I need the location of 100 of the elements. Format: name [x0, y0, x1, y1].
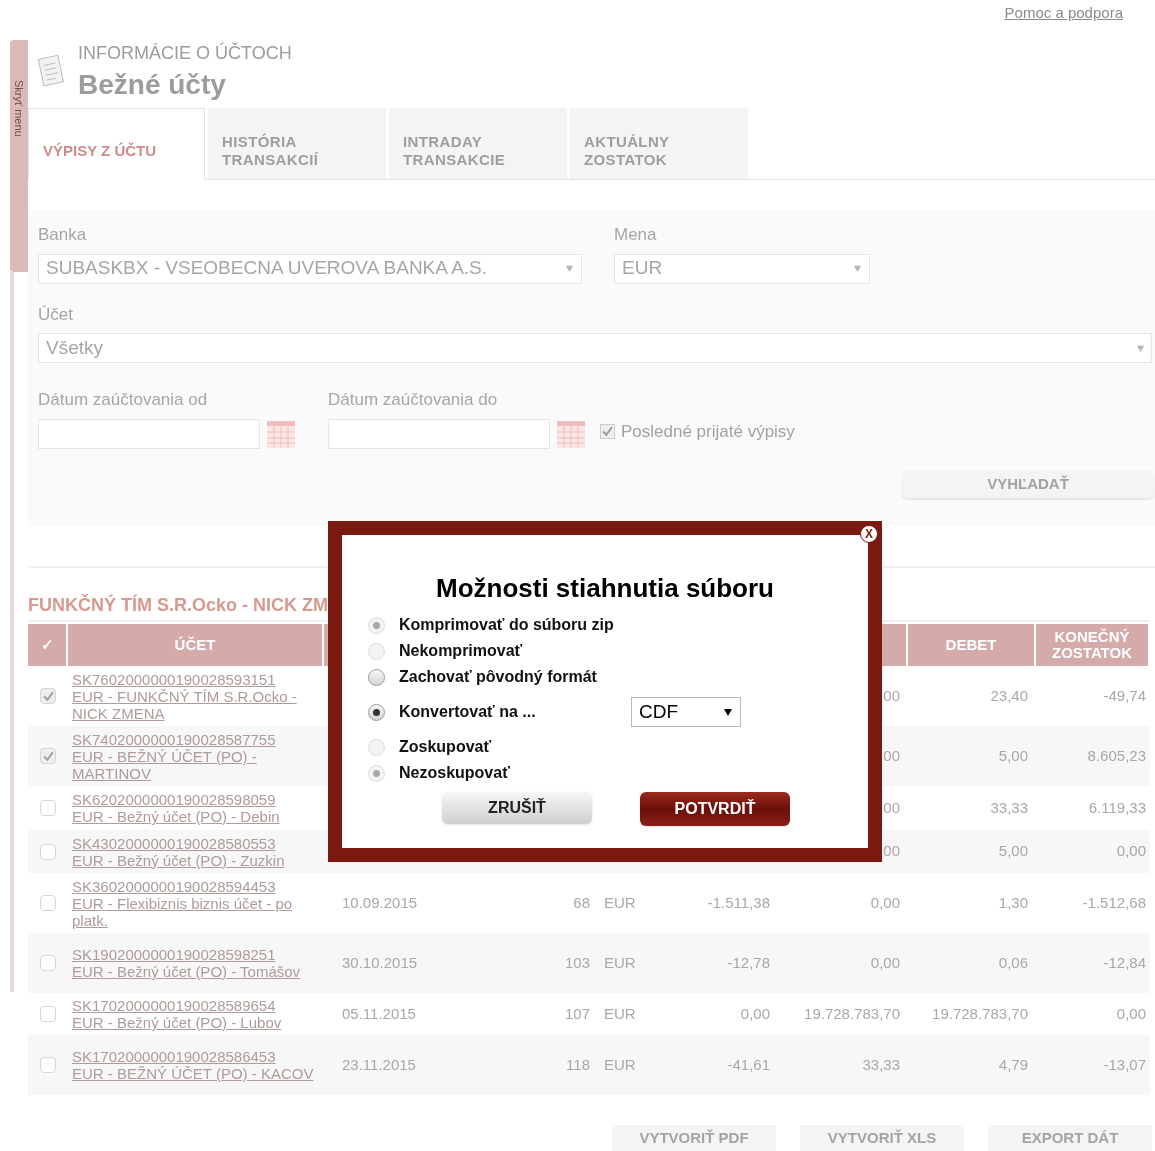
table-cell-text: -41,61	[726, 1054, 771, 1075]
field-label: Mena	[614, 224, 658, 246]
table-cell-text: 5,00	[997, 745, 1029, 766]
table-cell-text: 30.10.2015	[341, 952, 416, 973]
table-cell-text: 33,33	[861, 1054, 901, 1075]
field-label: Banka	[38, 224, 88, 246]
table-cell-text: 1,30	[997, 892, 1029, 913]
tab[interactable]: AKTUÁLNY ZOSTATOK	[570, 108, 748, 179]
account-name-link[interactable]: EUR - Flexibiznis biznis účet - po platk.	[72, 894, 316, 929]
footer-button[interactable]: VYTVORIŤ PDF	[612, 1125, 776, 1151]
table-cell-text: -13,07	[1102, 1054, 1147, 1075]
footer-button[interactable]: VYTVORIŤ XLS	[800, 1125, 964, 1151]
account-link[interactable]: SK1702000000190028586453	[72, 1048, 316, 1065]
table-cell-text: -49,74	[1102, 685, 1147, 706]
account-link[interactable]: SK7402000000190028587755	[72, 730, 316, 748]
radio-button[interactable]	[368, 668, 385, 686]
date-to-field[interactable]	[328, 418, 550, 449]
field-label: Účet	[38, 303, 74, 326]
caret-icon	[565, 264, 574, 273]
table-cell-text: 6.119,33	[1087, 797, 1147, 818]
radio-label: Nekomprimovať	[399, 641, 524, 661]
format-select[interactable]: CDF	[631, 697, 741, 727]
row-checkbox[interactable]	[40, 688, 56, 704]
account-name-link[interactable]: EUR - FUNKČNÝ TÍM S.R.Ocko - NICK ZMENA	[72, 687, 316, 722]
check-icon	[602, 426, 613, 438]
row-checkbox[interactable]	[40, 1057, 56, 1073]
table-cell-text: 05.11.2015	[341, 1003, 416, 1024]
page-title: Bežné účty	[78, 68, 227, 102]
account-link[interactable]: SK1702000000190028589654	[72, 997, 316, 1014]
account-link[interactable]: SK4302000000190028580553	[72, 834, 316, 852]
help-link[interactable]: Pomoc a podpora	[1004, 2, 1123, 25]
account-link[interactable]: SK3602000000190028594453	[72, 877, 316, 895]
table-cell-text: 00	[882, 685, 901, 706]
account-name-link[interactable]: EUR - Bežný účet (PO) - Tomášov	[72, 963, 316, 980]
account-link[interactable]: SK7602000000190028593151	[72, 670, 316, 688]
table-cell-text: EUR	[603, 892, 637, 913]
radio-label: Konvertovať na ...	[399, 702, 537, 722]
checkbox-label: Posledné prijaté výpisy	[621, 421, 795, 443]
tab[interactable]: VÝPISY Z ÚČTU	[28, 108, 205, 180]
table-cell-text: EUR	[603, 1003, 637, 1024]
table-cell-text: 0,00	[1115, 841, 1147, 862]
account-name-link[interactable]: EUR - BEŽNÝ ÚČET (PO) - MARTINOV	[72, 747, 316, 782]
radio-label: Nezoskupovať	[399, 763, 511, 783]
field-label: Dátum zaúčtovania od	[38, 389, 209, 411]
close-button[interactable]: X	[860, 525, 878, 543]
calendar-icon[interactable]	[266, 418, 296, 449]
table-cell-text: 23,40	[989, 685, 1029, 706]
table-cell-text: 68	[572, 892, 591, 913]
radio-button[interactable]	[368, 703, 385, 721]
table-cell-text: 0,00	[739, 1003, 771, 1024]
check-icon	[42, 690, 54, 702]
currency-select[interactable]: EUR	[614, 253, 870, 284]
calendar-icon[interactable]	[556, 418, 586, 449]
row-checkbox[interactable]	[40, 1006, 56, 1022]
bank-select[interactable]: SUBASKBX - VSEOBECNA UVEROVA BANKA A.S.	[38, 253, 582, 284]
account-name-link[interactable]: EUR - BEŽNÝ ÚČET (PO) - KACOV	[72, 1065, 316, 1082]
column-header: ✓	[28, 624, 66, 666]
table-cell-text: 00	[882, 841, 901, 862]
account-name-link[interactable]: EUR - Bežný účet (PO) - Zuzkin	[72, 851, 316, 869]
account-name-link[interactable]: EUR - Bežný účet (PO) - Debin	[72, 808, 316, 825]
table-cell-text: 103	[563, 952, 591, 973]
table-cell-text: 0,00	[1115, 1003, 1147, 1024]
caret-icon	[723, 707, 733, 717]
table-cell-text: 4,79	[997, 1054, 1029, 1075]
table-cell-text: 5,00	[997, 841, 1029, 862]
column-header: ÚČET	[68, 624, 322, 666]
tab[interactable]: INTRADAY TRANSAKCIE	[389, 108, 567, 179]
cancel-button[interactable]: ZRUŠIŤ	[442, 792, 592, 824]
account-name-link[interactable]: EUR - Bežný účet (PO) - Lubov	[72, 1014, 316, 1031]
table-cell-text: 00	[882, 745, 901, 766]
search-button[interactable]: VYHĽADAŤ	[901, 470, 1155, 500]
table-cell-text: EUR	[603, 952, 637, 973]
date-from-field[interactable]	[38, 418, 260, 449]
confirm-button[interactable]: POTVRDIŤ	[640, 792, 790, 826]
table-cell-text: -12,78	[726, 952, 771, 973]
account-link[interactable]: SK1902000000190028598251	[72, 946, 316, 963]
dialog-title: Možnosti stiahnutia súboru	[435, 572, 775, 605]
account-link[interactable]: SK6202000000190028598059	[72, 791, 316, 808]
account-select[interactable]: Všetky	[38, 333, 1152, 363]
row-checkbox[interactable]	[40, 800, 56, 816]
table-cell-text: 0,00	[869, 952, 901, 973]
table-cell-text: -1.511,38	[706, 892, 771, 913]
section-label: INFORMÁCIE O ÚČTOCH	[78, 41, 292, 65]
row-checkbox[interactable]	[40, 895, 56, 911]
caret-icon	[853, 264, 862, 273]
table-cell-text: 23.11.2015	[341, 1054, 416, 1075]
table-cell-text: -12,84	[1102, 952, 1147, 973]
footer-button[interactable]: EXPORT DÁT	[988, 1125, 1152, 1151]
checkbox[interactable]	[600, 424, 615, 440]
table-cell-text: 33,33	[989, 797, 1029, 818]
tab[interactable]: HISTÓRIA TRANSAKCIÍ	[208, 108, 386, 179]
table-title: FUNKČNÝ TÍM S.R.Ocko - NICK ZM	[28, 593, 328, 616]
table-cell-text: 00	[882, 797, 901, 818]
field-label: Dátum zaúčtovania do	[328, 389, 499, 411]
table-cell-text: 10.09.2015	[341, 892, 416, 913]
table-cell-text: 118	[565, 1054, 591, 1075]
radio-label: Zoskupovať	[399, 737, 493, 757]
row-checkbox[interactable]	[40, 955, 56, 971]
row-checkbox[interactable]	[40, 843, 56, 860]
row-checkbox[interactable]	[40, 748, 56, 764]
